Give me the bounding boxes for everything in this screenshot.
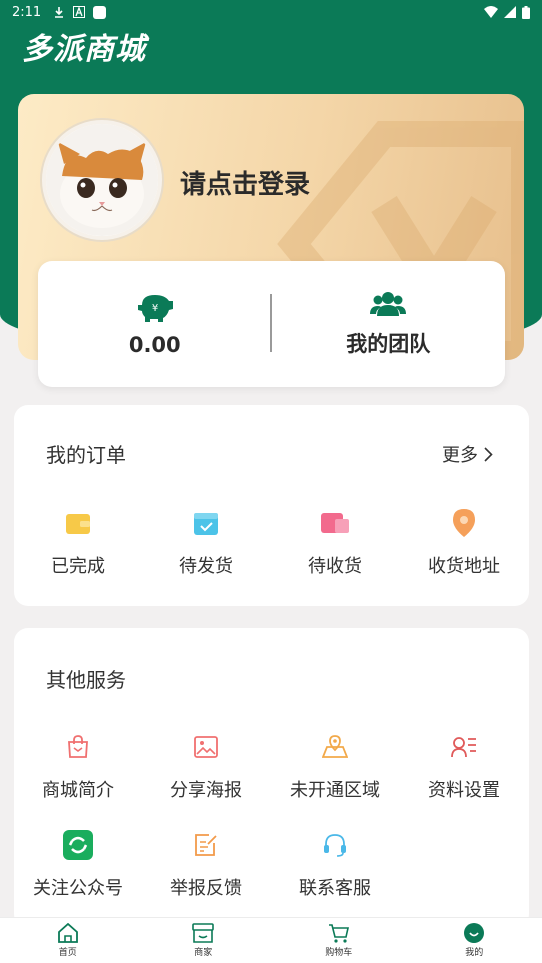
bottom-tab-bar: 首页 商家 购物车 我的 xyxy=(0,917,542,963)
font-icon xyxy=(73,6,86,18)
stats-divider xyxy=(270,294,272,352)
cart-icon xyxy=(328,924,349,943)
order-pending-receipt[interactable]: 待收货 xyxy=(271,508,399,578)
service-label: 商城简介 xyxy=(42,780,114,801)
tab-label: 商家 xyxy=(194,948,213,958)
calendar-check-icon xyxy=(194,513,218,535)
service-label: 分享海报 xyxy=(170,780,242,801)
tab-merchants[interactable]: 商家 xyxy=(136,918,272,963)
balance-value: 0.00 xyxy=(128,333,181,357)
location-pin-icon xyxy=(453,509,475,537)
battery-icon xyxy=(522,5,530,19)
cat-avatar-icon xyxy=(46,124,158,236)
service-label: 未开通区域 xyxy=(290,780,380,801)
tab-label: 购物车 xyxy=(325,948,353,958)
service-share-poster[interactable]: 分享海报 xyxy=(142,732,270,802)
tab-mine[interactable]: 我的 xyxy=(407,918,542,963)
service-follow-account[interactable]: 关注公众号 xyxy=(14,830,142,900)
more-label: 更多 xyxy=(442,445,478,466)
tab-home[interactable]: 首页 xyxy=(0,918,136,963)
chevron-right-icon xyxy=(484,446,493,462)
service-unopened-area[interactable]: 未开通区域 xyxy=(271,732,399,802)
order-completed[interactable]: 已完成 xyxy=(14,508,142,578)
wechat-icon xyxy=(63,830,93,860)
service-mall-intro[interactable]: 商城简介 xyxy=(14,732,142,802)
store-icon xyxy=(192,923,215,943)
service-label: 联系客服 xyxy=(299,878,371,899)
service-label: 资料设置 xyxy=(428,780,500,801)
service-report-feedback[interactable]: 举报反馈 xyxy=(142,830,270,900)
signal-icon xyxy=(504,6,516,18)
order-address[interactable]: 收货地址 xyxy=(400,508,528,578)
tab-cart[interactable]: 购物车 xyxy=(271,918,407,963)
services-card: 其他服务 商城简介 分享海报 未开通区域 资料设置 关注公众号 举报反馈 联系客… xyxy=(14,628,529,928)
map-icon xyxy=(322,735,348,758)
orders-more-link[interactable]: 更多 xyxy=(442,441,493,467)
team-label: 我的团队 xyxy=(346,332,431,356)
service-profile-settings[interactable]: 资料设置 xyxy=(400,732,528,802)
order-label: 待发货 xyxy=(179,556,233,577)
status-bar: 2:11 xyxy=(0,0,542,24)
package-icon xyxy=(321,513,349,533)
stats-card: ¥ 0.00 我的团队 xyxy=(38,261,505,387)
notification-square-icon xyxy=(93,5,107,19)
svg-text:¥: ¥ xyxy=(152,303,158,314)
download-icon xyxy=(55,7,64,18)
service-customer-support[interactable]: 联系客服 xyxy=(271,830,399,900)
orders-card: 我的订单 更多 已完成 待发货 待收货 收货地址 xyxy=(14,405,529,606)
order-pending-shipment[interactable]: 待发货 xyxy=(142,508,270,578)
image-icon xyxy=(194,736,218,758)
profile-icon xyxy=(464,923,485,943)
team-icon xyxy=(370,292,407,316)
order-label: 待收货 xyxy=(308,556,362,577)
home-icon xyxy=(57,923,78,943)
piggy-bank-icon: ¥ xyxy=(137,295,173,322)
user-card-icon xyxy=(451,737,476,758)
wifi-icon xyxy=(484,6,498,18)
team-stat[interactable]: 我的团队 xyxy=(272,261,506,387)
shopping-bag-icon xyxy=(68,735,88,758)
avatar[interactable] xyxy=(42,120,162,240)
tab-label: 首页 xyxy=(58,948,77,958)
orders-title: 我的订单 xyxy=(46,443,126,467)
login-prompt[interactable]: 请点击登录 xyxy=(180,164,310,201)
service-label: 关注公众号 xyxy=(33,878,123,899)
status-time: 2:11 xyxy=(12,4,42,20)
services-title: 其他服务 xyxy=(46,668,126,692)
balance-stat[interactable]: ¥ 0.00 xyxy=(38,261,272,387)
order-label: 已完成 xyxy=(51,556,105,577)
edit-note-icon xyxy=(195,834,217,856)
app-title: 多派商城 xyxy=(22,32,146,67)
service-label: 举报反馈 xyxy=(170,878,242,899)
wallet-icon xyxy=(66,514,90,534)
tab-label: 我的 xyxy=(465,948,484,958)
headset-icon xyxy=(324,834,346,857)
order-label: 收货地址 xyxy=(428,556,500,577)
